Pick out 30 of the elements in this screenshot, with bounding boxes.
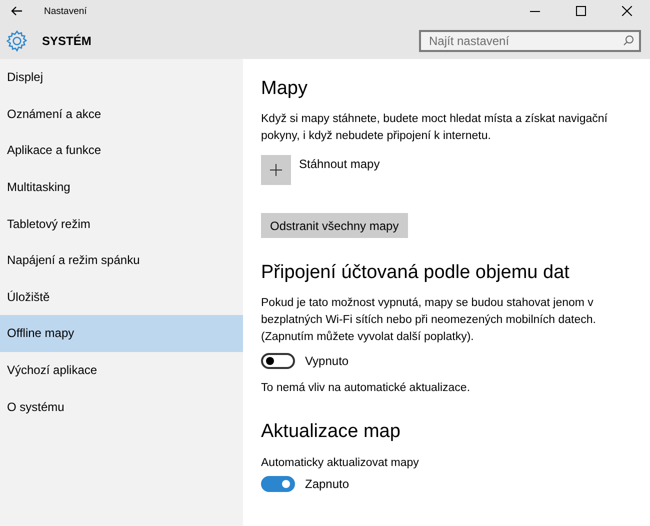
search-icon: [623, 34, 634, 46]
add-label[interactable]: Stáhnout mapy: [299, 157, 380, 185]
section-heading: Mapy: [261, 78, 308, 100]
remove-maps-button[interactable]: Odstranit všechny mapy: [261, 213, 408, 238]
description-text: Pokud je tato možnost vypnutá, mapy se budou stahovat jenom v bezplatných Wi-Fi sítích nebo při neomezených mobilních datech. (Zapnutím můžete vyvolat další poplatky).: [261, 296, 597, 345]
sidebar-item[interactable]: O systému: [0, 388, 243, 425]
sidebar-item[interactable]: Oznámení a akce: [0, 96, 243, 132]
sidebar-item[interactable]: Úložiště: [0, 278, 243, 316]
description-text: Když si mapy stáhnete, budete moct hledat místa a získat navigační pokyny, i když nebudete připojení k internetu.: [261, 112, 608, 144]
search-field[interactable]: Najít nastavení: [419, 30, 641, 52]
toggle-state-label: Vypnuto: [305, 354, 349, 368]
section-heading: Připojení účtovaná podle objemu dat: [261, 262, 570, 284]
sidebar-item[interactable]: Výchozí aplikace: [0, 352, 243, 388]
section-title: SYSTÉM: [42, 34, 92, 48]
sidebar-item[interactable]: Displej: [0, 59, 243, 96]
toggle-switch[interactable]: [261, 353, 295, 369]
toggle-state-label: Zapnuto: [305, 477, 350, 491]
sidebar-item[interactable]: Tabletový režim: [0, 205, 243, 242]
sidebar-item[interactable]: Offline mapy: [0, 315, 243, 352]
plus-icon: [270, 164, 282, 176]
setting-label: Automaticky aktualizovat mapy: [261, 457, 420, 469]
toggle-switch[interactable]: [261, 476, 295, 492]
sidebar-item[interactable]: Aplikace a funkce: [0, 132, 243, 169]
gear-icon: [6, 30, 28, 52]
sidebar-item[interactable]: Multitasking: [0, 168, 243, 206]
description-text: To nemá vliv na automatické aktualizace.: [261, 381, 472, 396]
add-button[interactable]: [261, 155, 291, 185]
sidebar-item[interactable]: Napájení a režim spánku: [0, 242, 243, 279]
window-title: Nastavení: [44, 6, 88, 16]
section-heading: Aktualizace map: [261, 421, 402, 443]
